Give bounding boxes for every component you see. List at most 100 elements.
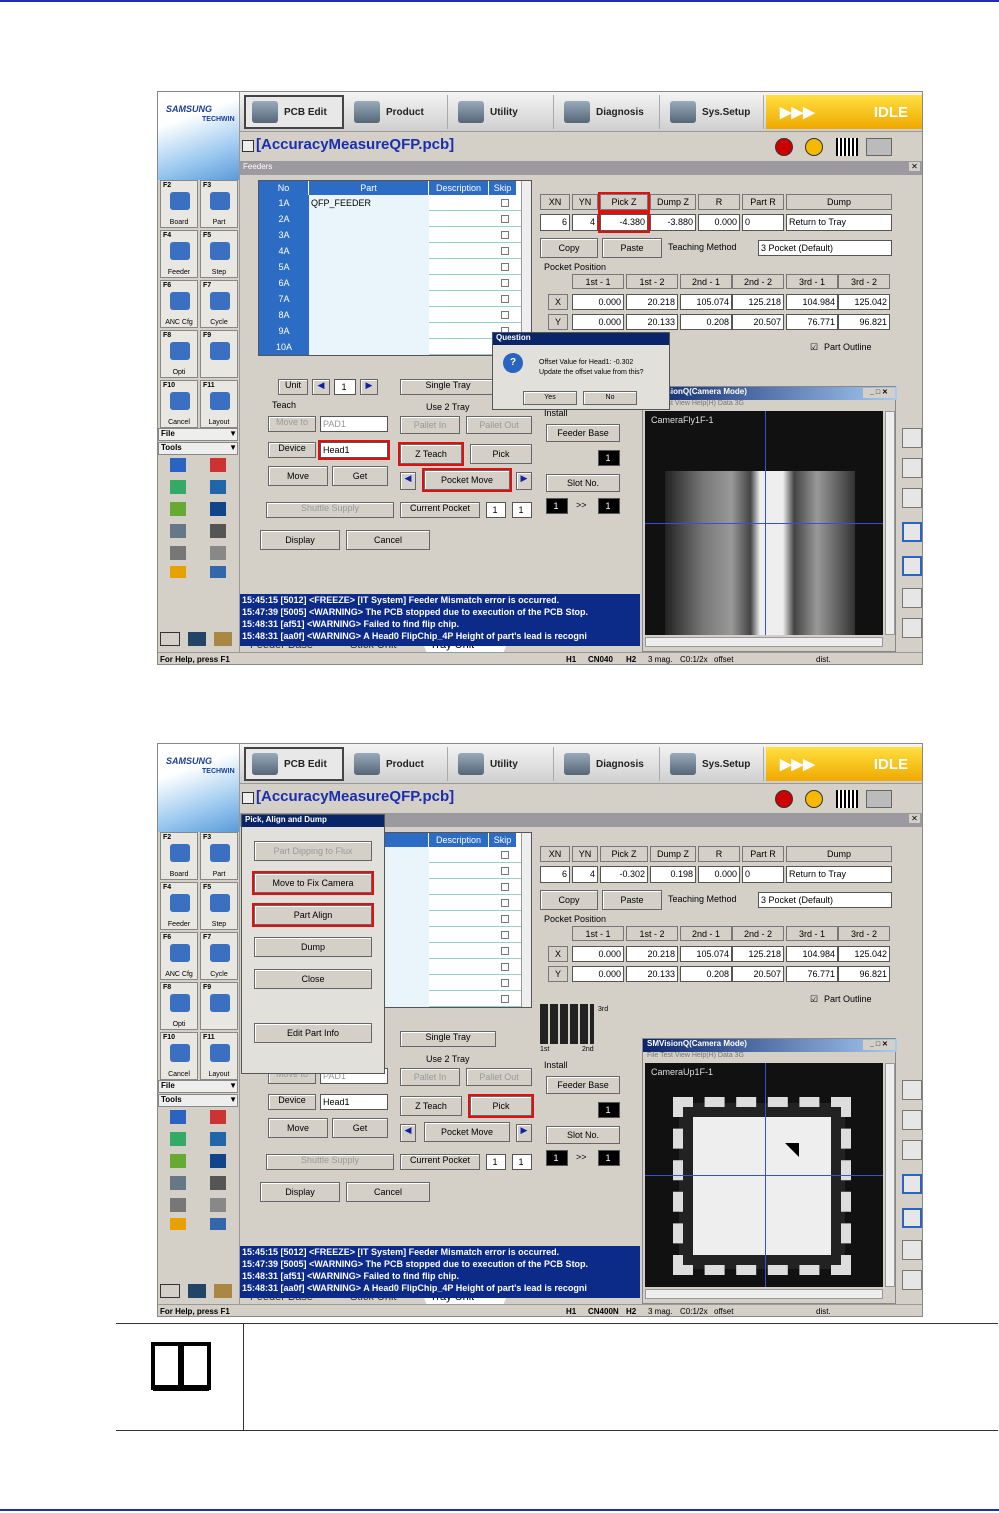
param-value[interactable]: 0.198 — [650, 866, 696, 883]
tool-icon[interactable] — [866, 138, 892, 156]
book-small-icon[interactable] — [210, 1218, 226, 1230]
pocket-x-value[interactable]: 105.074 — [680, 294, 732, 310]
pocket-y-value[interactable]: 96.821 — [838, 314, 890, 330]
pallet-in-button[interactable]: Pallet In — [400, 416, 460, 434]
row-part[interactable] — [309, 339, 429, 355]
move-to-button[interactable]: Move to — [268, 416, 316, 432]
row-part[interactable]: QFP_FEEDER — [309, 195, 429, 211]
row-part[interactable] — [309, 259, 429, 275]
teaching-method-select[interactable]: 3 Pocket (Default) — [758, 240, 892, 256]
popup-button[interactable]: Edit Part Info — [254, 1023, 372, 1043]
row-part[interactable] — [309, 211, 429, 227]
language-icon[interactable] — [160, 632, 180, 646]
pad-select[interactable]: PAD1 — [320, 416, 388, 432]
camera-icon[interactable] — [170, 1176, 186, 1190]
part-r-select[interactable]: 0 — [742, 866, 784, 883]
snapshot-icon[interactable] — [902, 556, 922, 576]
pocket-y-value[interactable]: 20.133 — [626, 966, 678, 982]
chart-icon[interactable] — [210, 458, 226, 472]
paste-button[interactable]: Paste — [602, 890, 662, 910]
param-value[interactable]: 4 — [572, 214, 598, 231]
prev-pocket-icon[interactable]: ◀ — [400, 472, 416, 490]
tool-icon[interactable] — [866, 790, 892, 808]
stop-button[interactable] — [775, 790, 793, 808]
file-checkbox[interactable] — [242, 792, 254, 804]
prev-pocket-icon[interactable]: ◀ — [400, 1124, 416, 1142]
toolbar-utility[interactable]: Utility — [452, 95, 554, 129]
fkey-f9[interactable]: F9 — [200, 330, 238, 378]
skip-checkbox[interactable] — [501, 883, 509, 891]
settings-icon[interactable] — [210, 1198, 226, 1212]
toolbar-product[interactable]: Product — [348, 747, 448, 781]
gear-icon[interactable] — [210, 1176, 226, 1190]
current-pocket-value-2[interactable]: 1 — [512, 1154, 532, 1170]
dump-select[interactable]: Return to Tray — [786, 866, 892, 883]
skip-checkbox[interactable] — [501, 295, 509, 303]
popup-button[interactable]: Move to Fix Camera — [252, 871, 374, 895]
skip-checkbox[interactable] — [501, 963, 509, 971]
pocket-y-value[interactable]: 20.133 — [626, 314, 678, 330]
toolbar-diagnosis[interactable]: Diagnosis — [558, 95, 660, 129]
gear-icon[interactable] — [210, 524, 226, 538]
row-part[interactable] — [309, 227, 429, 243]
popup-button[interactable]: Close — [254, 969, 372, 989]
camera-menu[interactable]: File Test View Help(H) Data 3G — [643, 1052, 897, 1063]
skip-checkbox[interactable] — [501, 263, 509, 271]
skip-checkbox[interactable] — [501, 279, 509, 287]
zoom-out-icon[interactable] — [902, 1110, 922, 1130]
tool-icons-grid[interactable] — [166, 1110, 236, 1230]
part-outline-check[interactable]: ☑ — [810, 342, 818, 353]
next-icon[interactable]: ▶ — [360, 379, 378, 395]
home-small-icon[interactable] — [214, 1284, 232, 1298]
pocket-x-value[interactable]: 105.074 — [680, 946, 732, 962]
camera-hscrollbar[interactable] — [645, 637, 883, 647]
param-value[interactable]: 0.000 — [698, 214, 740, 231]
toolbar-pcb-edit[interactable]: PCB Edit — [244, 747, 344, 781]
pause-button[interactable] — [805, 790, 823, 808]
param-value[interactable]: -4.380 — [598, 212, 650, 233]
param-value[interactable]: -0.302 — [600, 866, 648, 883]
side-menu-tools[interactable]: Tools ▼ — [158, 1094, 238, 1107]
pocket-x-value[interactable]: 125.218 — [732, 294, 784, 310]
fkey-f4[interactable]: F4 Feeder — [160, 230, 198, 278]
pocket-y-value[interactable]: 20.507 — [732, 314, 784, 330]
copy-button[interactable]: Copy — [540, 890, 598, 910]
users-icon[interactable] — [210, 480, 226, 494]
fkey-f9[interactable]: F9 — [200, 982, 238, 1030]
star-icon[interactable] — [170, 566, 186, 578]
board-icon[interactable] — [170, 502, 186, 516]
pallet-in-button[interactable]: Pallet In — [400, 1068, 460, 1086]
skip-checkbox[interactable] — [501, 867, 509, 875]
pocket-y-value[interactable]: 76.771 — [786, 966, 838, 982]
pocket-x-value[interactable]: 125.042 — [838, 294, 890, 310]
head-select[interactable]: Head1 — [320, 1094, 388, 1110]
get-button[interactable]: Get — [332, 466, 388, 486]
param-value[interactable]: 4 — [572, 866, 598, 883]
pick-button[interactable]: Pick — [468, 1094, 534, 1118]
current-pocket-value-2[interactable]: 1 — [512, 502, 532, 518]
row-part[interactable] — [309, 243, 429, 259]
skip-checkbox[interactable] — [501, 199, 509, 207]
row-part[interactable] — [309, 291, 429, 307]
camera-menu[interactable]: File Test View Help(H) Data 3G — [643, 400, 897, 411]
close-icon[interactable]: ✕ — [909, 814, 920, 823]
arrow-icon[interactable] — [170, 1132, 186, 1146]
camera-icon[interactable] — [170, 524, 186, 538]
skip-checkbox[interactable] — [501, 931, 509, 939]
pallet-out-button[interactable]: Pallet Out — [466, 1068, 532, 1086]
next-pocket-icon[interactable]: ▶ — [516, 472, 532, 490]
pocket-y-value[interactable]: 0.000 — [572, 966, 624, 982]
z-teach-button[interactable]: Z Teach — [400, 1096, 462, 1116]
shuttle-supply-button[interactable]: Shuttle Supply — [266, 1154, 394, 1170]
skip-checkbox[interactable] — [501, 247, 509, 255]
param-value[interactable]: 6 — [540, 214, 570, 231]
feeder-base-button[interactable]: Feeder Base — [546, 1076, 620, 1094]
prev-icon[interactable]: ◀ — [312, 379, 330, 395]
zoom-in-icon[interactable] — [902, 428, 922, 448]
stop-icon[interactable] — [902, 618, 922, 638]
table-row[interactable]: 8A — [259, 307, 531, 323]
fkey-f5[interactable]: F5 Step — [200, 230, 238, 278]
pocket-x-value[interactable]: 20.218 — [626, 294, 678, 310]
fkey-f2[interactable]: F2 Board — [160, 832, 198, 880]
snapshot-icon[interactable] — [902, 1208, 922, 1228]
